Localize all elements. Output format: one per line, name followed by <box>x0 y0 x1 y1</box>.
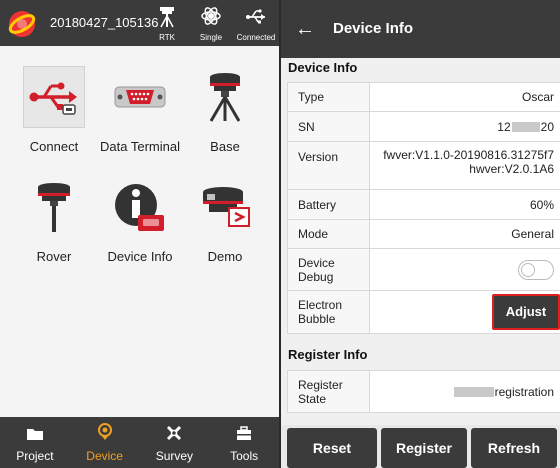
left-app-screen: 20180427_105136 RTK Single Connected Con… <box>0 0 279 468</box>
electron-bubble-key: Electron Bubble <box>288 291 370 333</box>
refresh-button[interactable]: Refresh <box>471 428 557 468</box>
mode-value: General <box>511 227 554 241</box>
device-info-icon-box <box>109 176 171 238</box>
row-type: Type Oscar <box>287 83 560 112</box>
row-mode: Mode General <box>287 220 560 249</box>
page-title: Device Info <box>333 20 414 37</box>
base-receiver-icon <box>209 73 241 122</box>
sn-value: 12 20 <box>370 112 560 141</box>
nav-survey-label: Survey <box>155 449 194 463</box>
rtk-status[interactable]: RTK <box>152 6 182 42</box>
row-sn: SN 12 20 <box>287 112 560 142</box>
type-key: Type <box>288 83 370 111</box>
survey-icon <box>167 425 182 441</box>
nav-survey[interactable]: Survey <box>140 417 210 468</box>
nav-tools-label: Tools <box>230 449 259 463</box>
base-tile[interactable]: Base <box>182 66 268 166</box>
connected-label: Connected <box>236 33 276 42</box>
demo-label: Demo <box>207 249 243 264</box>
sn-key: SN <box>288 112 370 141</box>
rover-pole-icon <box>160 7 174 28</box>
connect-icon-box <box>23 66 85 128</box>
register-state-value: registration <box>370 371 560 412</box>
action-bar: Reset Register Refresh <box>281 425 560 468</box>
type-value: Oscar <box>521 90 554 104</box>
version-value: fwver:V1.1.0-20190816.31275f7 hwver:V2.0… <box>370 142 560 189</box>
info-icon <box>115 184 164 231</box>
mode-key: Mode <box>288 220 370 248</box>
base-label: Base <box>210 139 240 154</box>
redacted-block <box>453 386 494 397</box>
job-name[interactable]: 20180427_105136 <box>50 15 158 30</box>
nav-project[interactable]: Project <box>0 417 70 468</box>
device-info-table: Type Oscar SN 12 20 Version fwver:V1.1.0… <box>287 82 560 334</box>
sn-suffix: 20 <box>540 119 554 134</box>
device-debug-value <box>370 249 560 290</box>
battery-key: Battery <box>288 190 370 219</box>
device-info-screen: ← Device Info Device Info Type Oscar SN … <box>281 0 560 468</box>
app-logo-icon <box>8 11 36 37</box>
demo-icon-box <box>194 176 256 238</box>
register-button[interactable]: Register <box>381 428 467 468</box>
toggle-knob <box>521 262 535 277</box>
serial-port-icon <box>114 86 166 108</box>
device-pin-icon <box>97 423 112 440</box>
nav-project-label: Project <box>16 449 54 463</box>
folder-icon <box>26 429 43 440</box>
hw-version: hwver:V2.0.1A6 <box>469 162 554 176</box>
base-icon-box <box>194 66 256 128</box>
version-key: Version <box>288 142 370 189</box>
reset-button[interactable]: Reset <box>287 428 377 468</box>
bottom-nav: Project Device Survey Tools <box>0 417 279 468</box>
battery-value: 60% <box>529 197 554 212</box>
nav-tools[interactable]: Tools <box>209 417 279 468</box>
toolbox-icon <box>237 426 252 440</box>
row-electron-bubble: Electron Bubble Adjust <box>287 291 560 334</box>
rover-icon-box <box>23 176 85 238</box>
redacted-block <box>511 121 540 132</box>
satellite-icon <box>201 7 221 25</box>
usb-connect-icon <box>29 82 77 115</box>
register-info-table: Register State registration <box>287 370 560 413</box>
register-state-key: Register State <box>288 371 370 412</box>
demo-tile[interactable]: Demo <box>182 176 268 276</box>
nav-device-label: Device <box>86 449 123 463</box>
device-info-section-title: Device Info <box>288 60 358 75</box>
register-state-text: registration <box>494 384 554 399</box>
rtk-label: RTK <box>159 33 175 42</box>
register-info-section-title: Register Info <box>288 347 368 362</box>
data-terminal-icon-box <box>109 66 171 128</box>
row-version: Version fwver:V1.1.0-20190816.31275f7 hw… <box>287 142 560 190</box>
usb-icon <box>246 9 265 24</box>
demo-icon <box>203 187 250 227</box>
back-arrow-icon[interactable]: ← <box>295 18 315 41</box>
adjust-button[interactable]: Adjust <box>492 294 560 330</box>
single-label: Single <box>199 33 223 42</box>
nav-device[interactable]: Device <box>70 417 140 468</box>
device-debug-key: Device Debug <box>288 249 370 290</box>
electron-bubble-value: Adjust <box>370 291 560 333</box>
sn-prefix: 12 <box>497 119 511 134</box>
solution-status[interactable]: Single <box>196 6 226 42</box>
top-status-bar: 20180427_105136 RTK Single Connected <box>0 0 279 46</box>
row-battery: Battery 60% <box>287 190 560 220</box>
app-bar: ← Device Info <box>281 0 560 58</box>
device-debug-toggle[interactable] <box>518 259 554 280</box>
row-register-state: Register State registration <box>287 371 560 413</box>
row-device-debug: Device Debug <box>287 249 560 291</box>
rover-receiver-icon <box>38 183 70 232</box>
fw-version: fwver:V1.1.0-20190816.31275f7 <box>383 148 554 162</box>
connection-status[interactable]: Connected <box>237 6 275 42</box>
